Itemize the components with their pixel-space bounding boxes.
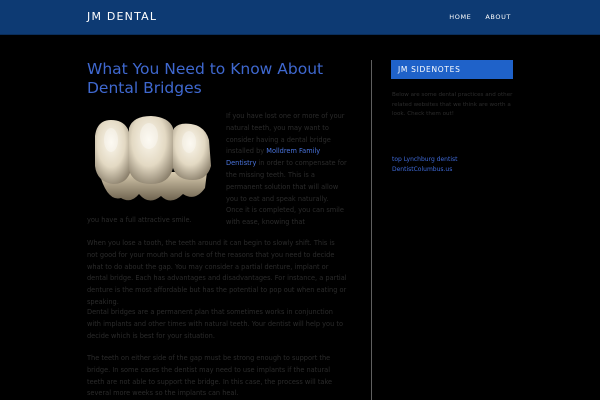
dental-bridge-image (87, 114, 222, 208)
sidebar-widget-title: JM SIDENOTES (391, 60, 513, 79)
main-nav: HOME ABOUT (449, 13, 511, 21)
post-title: What You Need to Know About Dental Bridg… (87, 60, 324, 97)
post-intro-text: If you have lost one or more of your nat… (226, 111, 347, 229)
sidebar-link-lynchburg-dentist[interactable]: top Lynchburg dentist (392, 155, 457, 165)
sidebar-link-dentist-columbus[interactable]: DentistColumbus.us (392, 165, 457, 175)
post-paragraph: The teeth on either side of the gap must… (87, 354, 333, 398)
site-title[interactable]: JM DENTAL (87, 10, 157, 23)
sidebar-description: Below are some dental practices and othe… (392, 92, 513, 118)
post-intro-continuation: you have a full attractive smile. (87, 216, 192, 224)
sidebar-links: top Lynchburg dentist DentistColumbus.us (392, 155, 457, 174)
content-divider (371, 60, 372, 400)
site-header: JM DENTAL HOME ABOUT (0, 0, 600, 35)
nav-home-link[interactable]: HOME (449, 13, 471, 21)
post-paragraph: When you lose a tooth, the teeth around … (87, 239, 347, 306)
nav-about-link[interactable]: ABOUT (485, 13, 511, 21)
post-paragraph: Dental bridges are a permanent plan that… (87, 308, 343, 340)
